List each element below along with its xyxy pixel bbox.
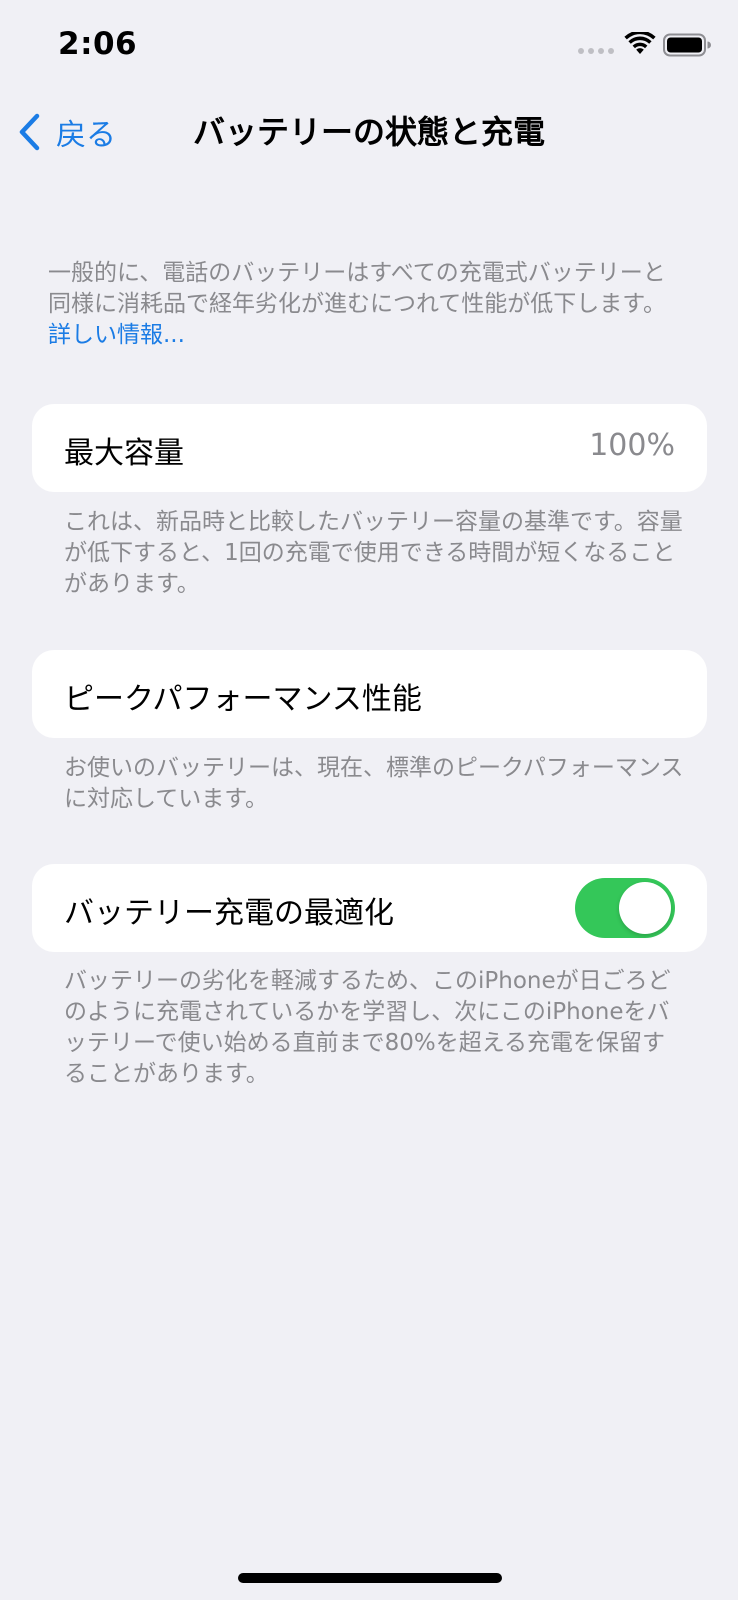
status-time: 2:06 <box>58 26 138 62</box>
cellular-signal-icon <box>578 48 614 54</box>
intro-description: 一般的に、電話のバッテリーはすべての充電式バッテリーと同様に消耗品で経年劣化が進… <box>48 258 688 351</box>
peak-performance-footnote: お使いのバッテリーは、現在、標準のピークパフォーマンスに対応しています。 <box>64 755 684 812</box>
max-capacity-row: 最大容量 100% <box>32 404 707 492</box>
max-capacity-footnote: これは、新品時と比較したバッテリー容量の基準です。容量が低下すると、1回の充電で… <box>64 509 683 597</box>
peak-performance-label: ピークパフォーマンス性能 <box>64 682 422 717</box>
navigation-bar: 戻る バッテリーの状態と充電 <box>0 100 738 164</box>
page-title: バッテリーの状態と充電 <box>192 113 545 151</box>
max-capacity-value: 100% <box>589 428 675 463</box>
optimized-charging-toggle[interactable] <box>575 878 675 938</box>
wifi-icon <box>624 32 656 54</box>
intro-text: 一般的に、電話のバッテリーはすべての充電式バッテリーと同様に消耗品で経年劣化が進… <box>48 260 667 317</box>
peak-performance-row: ピークパフォーマンス性能 <box>32 650 707 738</box>
max-capacity-label: 最大容量 <box>64 436 184 471</box>
home-indicator[interactable] <box>238 1573 502 1583</box>
optimized-charging-label: バッテリー充電の最適化 <box>64 896 394 931</box>
status-bar: 2:06 <box>0 0 738 90</box>
optimized-charging-row: バッテリー充電の最適化 <box>32 864 707 952</box>
optimized-charging-footnote: バッテリーの劣化を軽減するため、このiPhoneが日ごろどのように充電されている… <box>64 968 671 1087</box>
toggle-knob <box>619 882 671 934</box>
learn-more-link[interactable]: 詳しい情報... <box>48 322 185 348</box>
battery-icon <box>663 33 711 57</box>
